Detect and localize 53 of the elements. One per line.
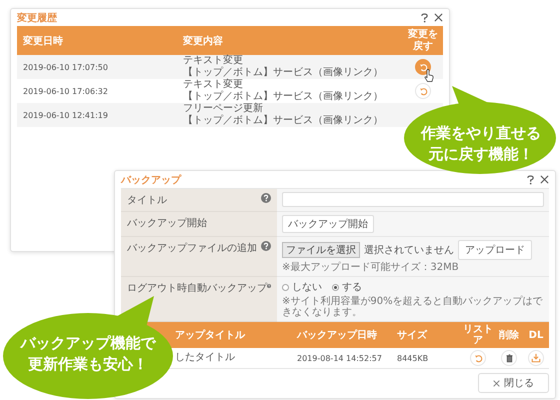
- column-header: 変更日時: [17, 26, 177, 55]
- field-label: タイトル: [127, 194, 167, 207]
- size-note: ※最大アップロード可能サイズ：32MB: [282, 262, 460, 273]
- close-icon[interactable]: [540, 175, 549, 184]
- column-header: バックアップ日時: [291, 322, 391, 348]
- download-icon: [531, 353, 541, 363]
- download-button[interactable]: [528, 350, 544, 366]
- table-cell-text: テキスト変更 【トップ／ボトム】サービス（画像リンク）: [182, 79, 384, 102]
- field-label: バックアップファイルの追加: [127, 242, 257, 255]
- revert-button[interactable]: [415, 59, 431, 75]
- close-icon[interactable]: [493, 380, 500, 386]
- radio-button[interactable]: [332, 284, 339, 290]
- table-cell: テキスト変更 【トップ／ボトム】サービス（画像リンク）: [177, 55, 403, 79]
- help-icon[interactable]: [527, 174, 534, 184]
- file-status: 選択されていません: [364, 244, 454, 257]
- window-title: バックアップ: [121, 173, 181, 186]
- radio-option[interactable]: しない: [282, 280, 322, 294]
- backup-start-button[interactable]: バックアップ開始: [282, 215, 374, 233]
- capacity-note: ※サイト利用容量が90%を超えると自動バックアップはできなくなります。: [282, 296, 544, 318]
- column-header: 変更を戻す: [403, 26, 443, 55]
- column-header: サイズ: [391, 322, 461, 348]
- column-header: 変更内容: [177, 26, 403, 55]
- callout-text: 作業をやり直せる 元に戻す機能！: [421, 123, 541, 165]
- radio-option[interactable]: する: [332, 280, 362, 294]
- table-cell: 8445KB: [391, 348, 461, 369]
- help-icon[interactable]: [421, 12, 428, 22]
- column-header: DL: [523, 322, 549, 348]
- help-icon[interactable]: [261, 241, 271, 251]
- table-cell: 2019-06-10 17:07:50: [17, 55, 177, 79]
- help-icon[interactable]: [267, 281, 271, 291]
- restore-button[interactable]: [470, 350, 486, 366]
- radio-button[interactable]: [282, 284, 289, 290]
- close-icon[interactable]: [434, 13, 443, 22]
- undo-icon: [418, 62, 428, 72]
- delete-button[interactable]: [501, 350, 517, 366]
- close-button[interactable]: 閉じる: [478, 373, 549, 393]
- title-input[interactable]: [282, 192, 544, 207]
- table-cell: フリーページ更新 【トップ／ボトム】サービス（画像リンク）: [177, 103, 403, 127]
- undo-icon: [473, 353, 483, 363]
- window-title: 変更履歴: [17, 11, 57, 24]
- upload-button[interactable]: アップロード: [458, 240, 532, 260]
- undo-icon: [418, 86, 428, 96]
- callout-text: バックアップ機能で 更新作業も安心！: [19, 333, 157, 375]
- trash-icon: [504, 354, 514, 362]
- field-label: バックアップ開始: [127, 216, 207, 230]
- table-cell: 2019-08-14 14:52:57: [291, 348, 391, 369]
- table-cell-text: 2019-06-10 17:06:32: [22, 86, 109, 98]
- column-header: リストア: [461, 322, 495, 348]
- table-cell: 2019-06-10 12:41:19: [17, 103, 177, 127]
- column-header: 削除: [495, 322, 523, 348]
- help-icon[interactable]: [261, 193, 271, 203]
- file-select-button[interactable]: ファイルを選択: [282, 242, 360, 258]
- field-label: ログアウト時自動バックアップ: [127, 282, 267, 295]
